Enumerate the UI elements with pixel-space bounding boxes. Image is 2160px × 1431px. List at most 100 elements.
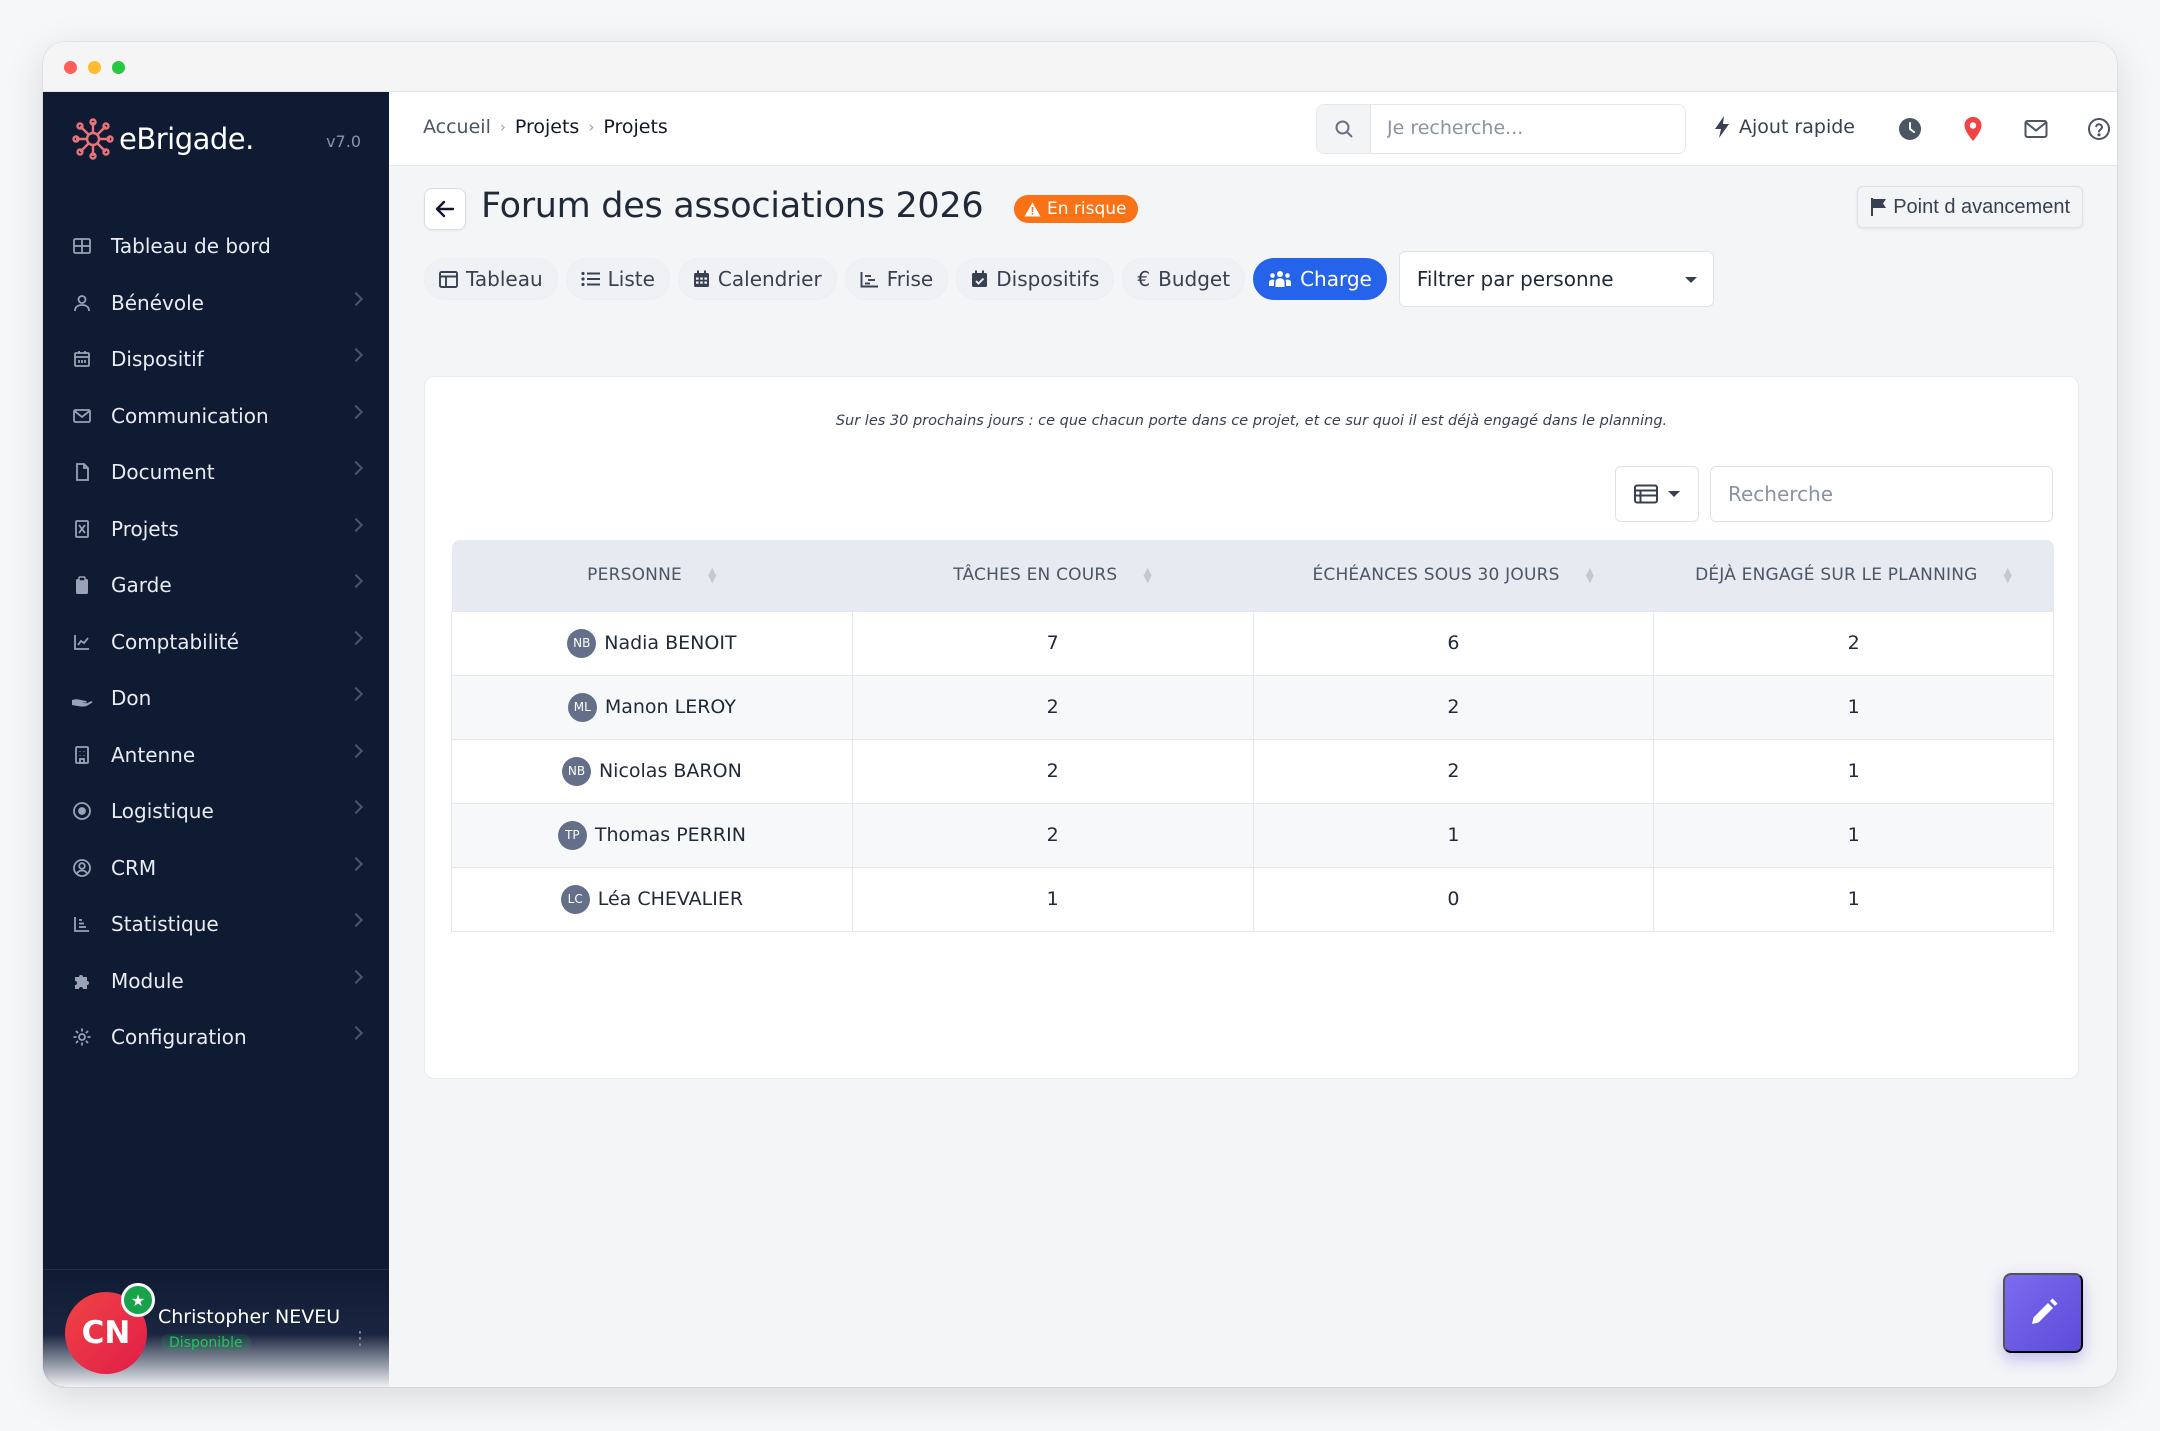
sidebar-item-antenne[interactable]: Antenne (43, 727, 389, 784)
person-cell: ML Manon LEROY (451, 674, 853, 740)
sidebar-item-garde[interactable]: Garde (43, 557, 389, 614)
map-pin-icon[interactable] (1958, 114, 1988, 144)
status-badge-label: En risque (1047, 199, 1127, 219)
progress-report-button[interactable]: Point d avancement (1857, 186, 2083, 228)
table-search-input[interactable] (1710, 466, 2053, 522)
chevron-right-icon (348, 686, 364, 702)
table-row[interactable]: NB Nadia BENOIT 7 6 2 (451, 610, 2054, 676)
envelope-icon (71, 405, 93, 427)
sidebar-item-label: Projets (111, 516, 179, 541)
chevron-right-icon (348, 460, 364, 476)
workload-table: Personne ▲ ▼ Tâches en cours ▲ ▼ Échéances s… (451, 540, 2054, 932)
person-cell: NB Nicolas BARON (451, 738, 853, 804)
sidebar-item-projets[interactable]: Projets (43, 501, 389, 558)
sidebar-item-statistique[interactable]: Statistique (43, 896, 389, 953)
more-vertical-icon[interactable]: ⋮ (351, 1328, 369, 1349)
tab-charge[interactable]: Charge (1253, 258, 1387, 300)
breadcrumb-projets[interactable]: Projets (515, 116, 579, 138)
sidebar-item-benevole[interactable]: Bénévole (43, 275, 389, 332)
sidebar-item-crm[interactable]: CRM (43, 840, 389, 897)
column-header-engaged[interactable]: Déjà engagé sur le planning ▲ ▼ (1653, 540, 2054, 611)
person-name[interactable]: Léa CHEVALIER (598, 888, 743, 910)
engaged-cell: 1 (1653, 738, 2054, 804)
table-header-row: Personne ▲ ▼ Tâches en cours ▲ ▼ Échéances s… (451, 540, 2054, 611)
warning-icon (1024, 202, 1041, 216)
tab-liste[interactable]: Liste (565, 258, 670, 300)
clock-icon[interactable] (1895, 114, 1925, 144)
table-icon (439, 270, 458, 288)
person-filter-select[interactable]: Filtrer par personne (1398, 251, 1714, 307)
tab-tableau[interactable]: Tableau (424, 258, 558, 300)
contact-icon (71, 857, 93, 879)
person-name[interactable]: Nadia BENOIT (604, 632, 736, 654)
person-cell: LC Léa CHEVALIER (451, 866, 853, 932)
column-header-person[interactable]: Personne ▲ ▼ (451, 540, 853, 611)
deadlines-cell: 2 (1252, 674, 1655, 740)
column-header-tasks[interactable]: Tâches en cours ▲ ▼ (852, 540, 1253, 611)
person-name[interactable]: Nicolas BARON (599, 760, 742, 782)
sidebar-item-label: Logistique (111, 799, 214, 824)
global-search (1316, 104, 1686, 154)
quick-add-button[interactable]: Ajout rapide (1714, 116, 1855, 138)
sidebar: eBrigade. v7.0 Tableau de bord Bénévole … (43, 92, 389, 1387)
table-list-icon (1634, 484, 1658, 504)
workload-card: Sur les 30 prochains jours : ce que chac… (424, 376, 2079, 1079)
sidebar-item-don[interactable]: Don (43, 670, 389, 727)
table-row[interactable]: NB Nicolas BARON 2 2 1 (451, 738, 2054, 804)
sidebar-item-tableau-de-bord[interactable]: Tableau de bord (43, 218, 389, 275)
minimize-window-button[interactable] (88, 61, 101, 74)
breadcrumb-accueil[interactable]: Accueil (423, 116, 491, 138)
avatar: NB (561, 756, 591, 786)
tab-label: Liste (607, 267, 655, 291)
tab-budget[interactable]: € Budget (1122, 258, 1246, 300)
column-header-label: Déjà engagé sur le planning (1695, 565, 1978, 586)
dashboard-icon (71, 235, 93, 257)
tasks-cell: 7 (851, 610, 1254, 676)
deadlines-cell: 1 (1252, 802, 1655, 868)
person-cell: NB Nadia BENOIT (451, 610, 853, 676)
sidebar-item-module[interactable]: Module (43, 953, 389, 1010)
chevron-right-icon (348, 743, 364, 758)
tab-label: Tableau (466, 267, 543, 291)
sidebar-item-configuration[interactable]: Configuration (43, 1009, 389, 1066)
target-icon (71, 800, 93, 822)
arrow-left-icon (435, 200, 455, 218)
maximize-window-button[interactable] (112, 61, 125, 74)
edit-fab-button[interactable] (2003, 1273, 2083, 1353)
sidebar-item-communication[interactable]: Communication (43, 388, 389, 445)
bar-chart-icon (71, 913, 93, 935)
engaged-cell: 1 (1653, 866, 2054, 932)
sidebar-item-document[interactable]: Document (43, 444, 389, 501)
person-name[interactable]: Thomas PERRIN (595, 824, 746, 846)
columns-toggle-button[interactable] (1615, 466, 1699, 522)
sidebar-item-comptabilite[interactable]: Comptabilité (43, 614, 389, 671)
close-window-button[interactable] (64, 61, 77, 74)
back-button[interactable] (424, 188, 466, 230)
euro-icon: € (1137, 267, 1151, 291)
sidebar-item-logistique[interactable]: Logistique (43, 783, 389, 840)
help-icon[interactable] (2084, 114, 2114, 144)
chevron-right-icon (348, 573, 364, 589)
user-profile[interactable]: CN ★ Christopher NEVEU Disponible ⋮ (43, 1269, 389, 1387)
sort-icon: ▲ ▼ (2003, 565, 2013, 586)
table-row[interactable]: ML Manon LEROY 2 2 1 (451, 674, 2054, 740)
topbar: Accueil › Projets › Projets Ajout rapide (389, 92, 2117, 166)
calendar-icon (693, 270, 710, 288)
sidebar-item-label: Module (111, 968, 184, 993)
table-row[interactable]: TP Thomas PERRIN 2 1 1 (451, 802, 2054, 868)
sidebar-item-label: Dispositif (111, 347, 204, 372)
breadcrumb-current: Projets (603, 116, 668, 138)
column-header-deadlines[interactable]: Échéances sous 30 jours ▲ ▼ (1253, 540, 1654, 611)
tab-calendrier[interactable]: Calendrier (677, 258, 837, 300)
avatar: TP (557, 820, 587, 850)
search-input[interactable] (1387, 117, 1667, 139)
tab-frise[interactable]: Frise (844, 258, 949, 300)
person-name[interactable]: Manon LEROY (605, 696, 736, 718)
tab-dispositifs[interactable]: Dispositifs (956, 258, 1115, 300)
sidebar-item-dispositif[interactable]: Dispositif (43, 331, 389, 388)
sidebar-nav: Tableau de bord Bénévole Dispositif Comm… (43, 218, 389, 1066)
envelope-icon[interactable] (2021, 114, 2051, 144)
app-logo[interactable]: eBrigade. (71, 114, 254, 164)
chevron-right-icon (348, 630, 364, 645)
table-row[interactable]: LC Léa CHEVALIER 1 0 1 (451, 866, 2054, 932)
